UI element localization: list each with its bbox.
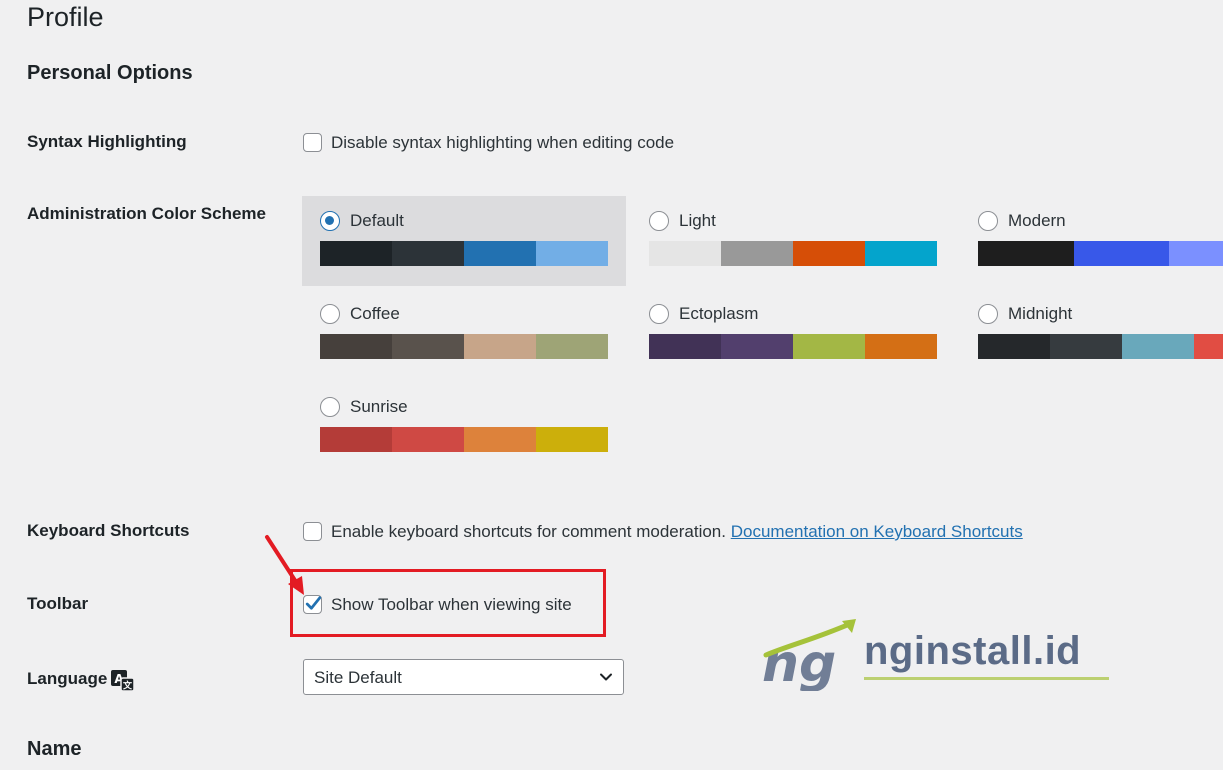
color-scheme-name: Light	[679, 211, 716, 230]
color-swatches	[320, 427, 608, 452]
swatch	[793, 334, 865, 359]
swatch	[464, 334, 536, 359]
syntax-highlighting-checkbox[interactable]	[303, 133, 322, 152]
color-scheme-name: Default	[350, 211, 404, 230]
swatch	[464, 427, 536, 452]
swatch	[464, 241, 536, 266]
color-scheme-name: Ectoplasm	[679, 304, 759, 323]
swatch	[320, 241, 392, 266]
keyboard-shortcuts-option: Enable keyboard shortcuts for comment mo…	[331, 522, 1023, 542]
color-scheme-name: Modern	[1008, 211, 1066, 230]
color-scheme-ectoplasm-radio[interactable]	[649, 304, 669, 324]
color-scheme-ectoplasm[interactable]: Ectoplasm	[631, 289, 955, 379]
swatch	[721, 241, 793, 266]
color-scheme-modern-radio[interactable]	[978, 211, 998, 231]
color-scheme-label: Administration Color Scheme	[27, 204, 266, 223]
svg-text:文: 文	[122, 680, 133, 692]
swatch	[1050, 334, 1122, 359]
swatch	[320, 427, 392, 452]
logo-mark-icon: ng	[762, 619, 856, 691]
color-scheme-coffee-radio[interactable]	[320, 304, 340, 324]
swatch	[536, 334, 608, 359]
swatch	[1074, 241, 1169, 266]
watermark-text: nginstall.id	[864, 629, 1082, 673]
color-swatches	[978, 334, 1223, 359]
swatch	[793, 241, 865, 266]
language-label: Language	[27, 669, 108, 688]
color-swatches	[649, 241, 937, 266]
color-scheme-midnight-radio[interactable]	[978, 304, 998, 324]
color-swatches	[320, 334, 608, 359]
watermark-underline	[864, 677, 1109, 680]
swatch	[536, 427, 608, 452]
swatch	[865, 334, 937, 359]
color-scheme-midnight[interactable]: Midnight	[960, 289, 1223, 379]
color-scheme-name: Midnight	[1008, 304, 1073, 323]
swatch	[320, 334, 392, 359]
color-scheme-light-radio[interactable]	[649, 211, 669, 231]
swatch	[536, 241, 608, 266]
color-scheme-default-radio[interactable]	[320, 211, 340, 231]
color-scheme-name: Sunrise	[350, 397, 408, 416]
page-title: Profile	[27, 2, 104, 32]
chevron-down-icon	[600, 673, 612, 681]
keyboard-shortcuts-doc-link[interactable]: Documentation on Keyboard Shortcuts	[731, 522, 1023, 541]
swatch	[649, 241, 721, 266]
swatch	[392, 427, 464, 452]
color-scheme-modern[interactable]: Modern	[960, 196, 1223, 286]
swatch	[1194, 334, 1223, 359]
swatch	[865, 241, 937, 266]
color-scheme-default[interactable]: Default	[302, 196, 626, 286]
syntax-highlighting-option-label[interactable]: Disable syntax highlighting when editing…	[331, 133, 674, 153]
color-swatches	[649, 334, 937, 359]
keyboard-shortcuts-option-label[interactable]: Enable keyboard shortcuts for comment mo…	[331, 522, 726, 541]
swatch	[392, 334, 464, 359]
color-scheme-sunrise[interactable]: Sunrise	[302, 382, 626, 472]
color-scheme-name: Coffee	[350, 304, 400, 323]
language-select-value: Site Default	[314, 668, 402, 687]
color-scheme-sunrise-radio[interactable]	[320, 397, 340, 417]
syntax-highlighting-label: Syntax Highlighting	[27, 132, 187, 151]
color-swatches	[320, 241, 608, 266]
color-scheme-light[interactable]: Light	[631, 196, 955, 286]
keyboard-shortcuts-label: Keyboard Shortcuts	[27, 521, 190, 540]
toolbar-label: Toolbar	[27, 594, 89, 613]
swatch	[1122, 334, 1194, 359]
watermark-logo: ng nginstall.id	[760, 615, 1120, 695]
language-select[interactable]: Site Default	[303, 659, 624, 695]
swatch	[978, 241, 1074, 266]
swatch	[649, 334, 721, 359]
section-personal-options: Personal Options	[27, 62, 193, 84]
color-scheme-coffee[interactable]: Coffee	[302, 289, 626, 379]
swatch	[392, 241, 464, 266]
color-swatches	[978, 241, 1223, 266]
swatch	[721, 334, 793, 359]
red-arrow-icon	[265, 535, 304, 595]
highlight-box	[290, 569, 606, 637]
swatch	[978, 334, 1050, 359]
section-name: Name	[27, 738, 82, 760]
translate-icon: A 文	[111, 670, 135, 692]
swatch	[1169, 241, 1223, 266]
